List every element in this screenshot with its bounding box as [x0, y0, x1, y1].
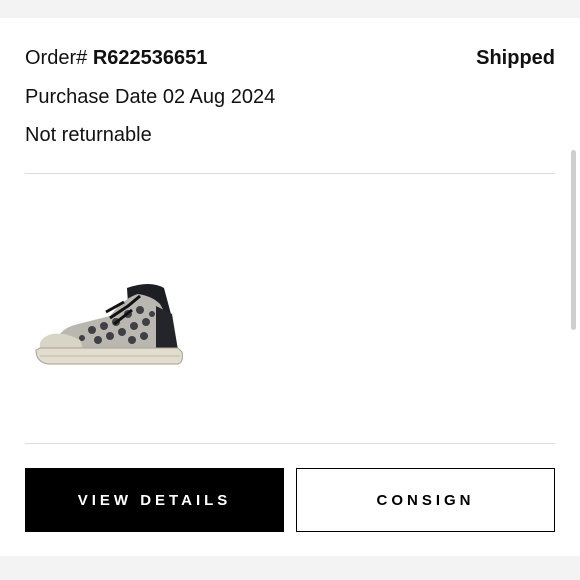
scrollbar[interactable]	[571, 150, 576, 330]
order-status: Shipped	[476, 46, 555, 69]
divider-bottom	[25, 443, 555, 444]
purchase-date-line: Purchase Date 02 Aug 2024	[25, 84, 275, 110]
sneaker-image[interactable]	[32, 266, 186, 374]
order-label: Order#	[25, 46, 88, 69]
order-header: Order# R622536651 Shipped	[25, 45, 555, 71]
view-details-button[interactable]: VIEW DETAILS	[25, 468, 284, 532]
consign-button[interactable]: CONSIGN	[296, 468, 555, 532]
order-card: Order# R622536651 Shipped Purchase Date …	[0, 18, 580, 556]
purchase-date-value: 02 Aug 2024	[162, 86, 276, 108]
divider-top	[25, 173, 555, 174]
purchase-date-label: Purchase Date	[25, 86, 158, 108]
order-number: R622536651	[92, 46, 208, 69]
return-policy: Not returnable	[25, 124, 152, 146]
order-id: Order# R622536651	[25, 47, 207, 70]
